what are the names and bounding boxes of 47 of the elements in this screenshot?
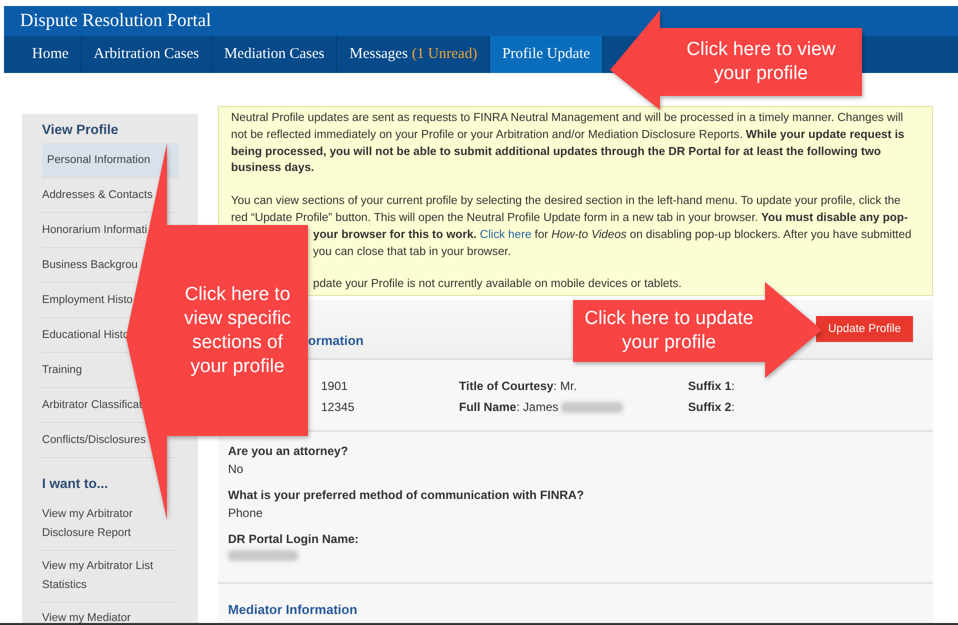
notice-text: being processed, you will not be able to submit additional updates through the DR Portal for at least the following two xyxy=(231,144,881,158)
click-here-link[interactable]: Click here xyxy=(480,228,532,241)
field-text: Suffix 2: xyxy=(688,400,735,414)
sidebar-item[interactable]: Honorarium Informati xyxy=(42,224,148,236)
notice-text: not be reflected immediately on your Profile or your Arbitration and/or Mediation Disclosure Reports. While your update request is xyxy=(231,128,904,141)
notice-text: you can close that tab in your browser. xyxy=(313,244,511,258)
answer-text: Phone xyxy=(228,506,263,520)
notice-text: You can view sections of your current profile by selecting the desired section in the left-hand menu. To update your profile, click the xyxy=(231,194,901,208)
callout-text: Click here to update your profile xyxy=(584,307,754,355)
sidebar-item[interactable]: Training xyxy=(42,364,82,376)
nav-tab[interactable]: Arbitration Cases xyxy=(82,36,212,73)
sidebar-item[interactable]: View my Arbitrator List Statistics xyxy=(42,557,178,595)
blurred-text xyxy=(561,402,624,412)
sidebar-heading: I want to... xyxy=(42,476,109,491)
question-label: Are you an attorney? xyxy=(228,444,348,458)
notice-text: business days. xyxy=(231,161,314,174)
sidebar-item[interactable]: Addresses & Contacts xyxy=(42,189,153,201)
field-text: Suffix 1: xyxy=(688,379,735,393)
sidebar-item[interactable]: Business Backgrou xyxy=(42,259,138,271)
notice-text: pdate your Profile is not currently available on mobile devices or tablets. xyxy=(313,277,682,290)
field-text: Full Name: James xyxy=(459,400,558,414)
callout-text: Click here to view specific sections of your profile xyxy=(183,282,292,378)
field-text: Title of Courtesy: Mr. xyxy=(459,379,577,393)
notice-text: your browser for this to work. Click here for How-to Videos on disabling pop-up blockers. After you have submitted xyxy=(313,228,912,241)
sidebar-item[interactable]: Employment Histo xyxy=(42,294,133,306)
sidebar-item[interactable]: View my Arbitrator Disclosure Report xyxy=(42,505,178,543)
nav-tab[interactable]: Mediation Cases xyxy=(212,36,338,73)
sidebar-item[interactable]: View my Mediator xyxy=(42,609,131,623)
blurred-text xyxy=(228,550,298,561)
question-label: What is your preferred method of communication with FINRA? xyxy=(228,488,584,502)
sidebar-item[interactable]: Conflicts/Disclosures xyxy=(42,434,146,446)
portal-title: Dispute Resolution Portal xyxy=(19,10,212,32)
section-title: ormation xyxy=(308,333,364,348)
callout-text: Click here to view your profile xyxy=(686,38,836,86)
field-text: 12345 xyxy=(321,400,354,414)
nav-tab[interactable]: Home xyxy=(20,36,82,73)
sidebar-item[interactable]: Arbitrator Classificat xyxy=(42,399,142,411)
notice-text: red “Update Profile” button. This will open the Neutral Profile Update form in a new tab in your browser. You must disable any pop- xyxy=(231,210,908,224)
section-title: Mediator Information xyxy=(228,602,358,617)
field-text: 1901 xyxy=(321,379,348,393)
notice-text: Neutral Profile updates are sent as requests to FINRA Neutral Management and will be processed in a timely manner. Changes will xyxy=(231,111,904,124)
answer-text: No xyxy=(228,462,244,476)
nav-tab[interactable]: Profile Update xyxy=(490,36,604,73)
update-profile-button[interactable]: Update Profile xyxy=(816,316,913,342)
sidebar-item[interactable]: Personal Information xyxy=(42,143,178,177)
sidebar-heading: View Profile xyxy=(42,122,120,137)
question-label: DR Portal Login Name: xyxy=(228,532,359,546)
